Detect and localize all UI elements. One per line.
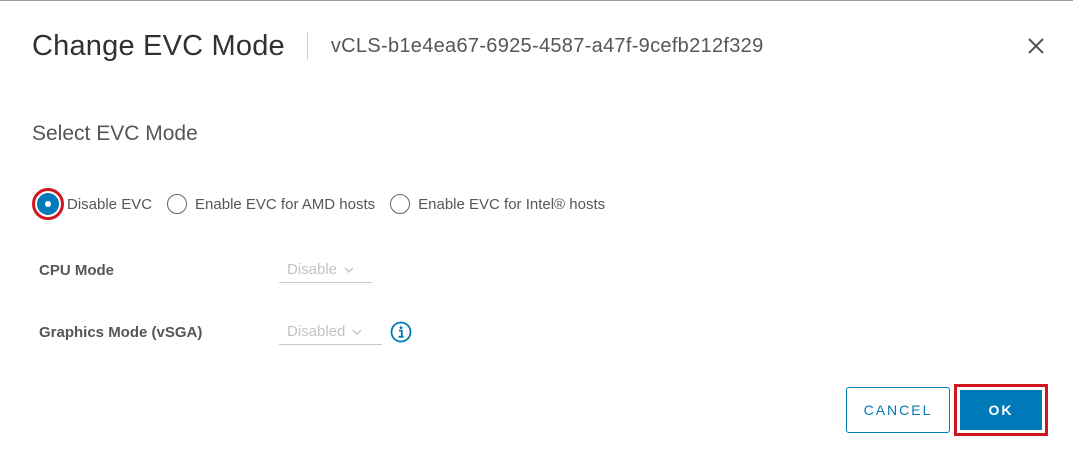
ok-button[interactable]: OK: [960, 390, 1042, 430]
cancel-button[interactable]: CANCEL: [846, 387, 950, 433]
cpu-mode-value: Disable: [287, 261, 338, 278]
evc-radio-group: Disable EVC Enable EVC for AMD hosts Ena…: [32, 188, 605, 220]
dialog-subtitle: vCLS-b1e4ea67-6925-4587-a47f-9cefb212f32…: [330, 34, 764, 57]
section-title: Select EVC Mode: [32, 122, 198, 145]
radio-label: Disable EVC: [67, 195, 153, 213]
cpu-mode-label: CPU Mode: [39, 261, 114, 279]
chevron-down-icon: [352, 329, 362, 335]
radio-enable-evc-intel[interactable]: Enable EVC for Intel® hosts: [390, 194, 605, 214]
title-separator: [306, 32, 308, 60]
radio-disable-evc[interactable]: Disable EVC: [32, 188, 152, 220]
graphics-mode-select[interactable]: Disabled: [279, 319, 382, 345]
graphics-mode-row: Graphics Mode (vSGA) Disabled: [39, 319, 412, 345]
top-divider: [0, 0, 1073, 1]
graphics-mode-value: Disabled: [287, 323, 346, 340]
chevron-down-icon: [344, 267, 354, 273]
dialog-title: Change EVC Mode: [32, 29, 285, 62]
radio-button[interactable]: [167, 194, 188, 214]
cpu-mode-row: CPU Mode Disable: [39, 257, 372, 283]
radio-enable-evc-amd[interactable]: Enable EVC for AMD hosts: [167, 194, 375, 214]
radio-label: Enable EVC for Intel® hosts: [418, 195, 606, 213]
dialog-header: Change EVC Mode vCLS-b1e4ea67-6925-4587-…: [32, 28, 764, 64]
graphics-mode-label: Graphics Mode (vSGA): [39, 323, 203, 341]
selection-highlight: [32, 188, 64, 220]
close-icon[interactable]: [1025, 35, 1047, 57]
radio-button-selected[interactable]: [37, 193, 59, 215]
cpu-mode-select[interactable]: Disable: [279, 257, 372, 283]
info-icon[interactable]: [390, 321, 412, 343]
radio-button[interactable]: [390, 194, 411, 214]
radio-label: Enable EVC for AMD hosts: [195, 195, 376, 213]
